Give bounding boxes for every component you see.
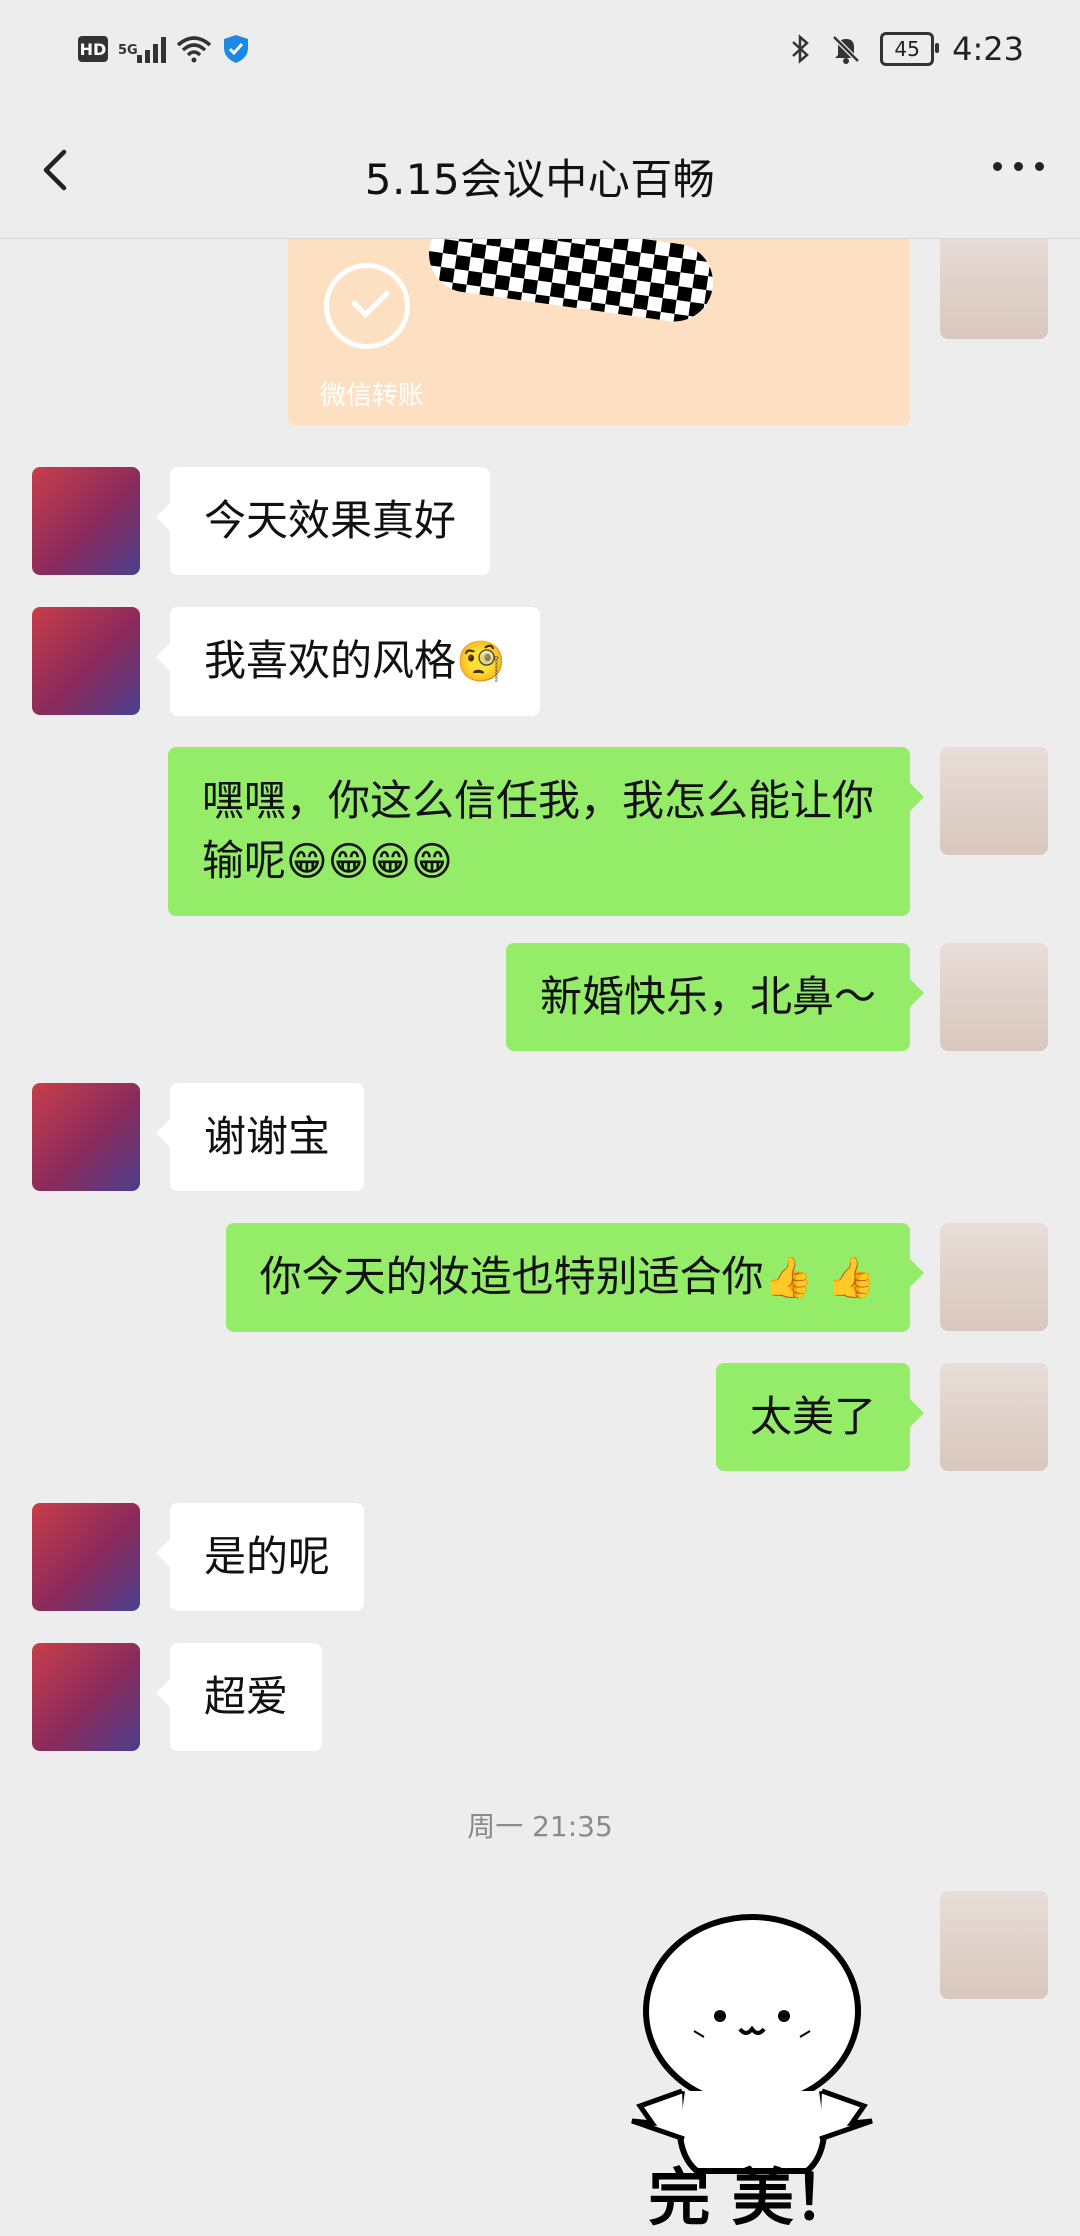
message-text: 超爱 bbox=[204, 1672, 289, 1721]
message-bubble-sent[interactable]: 新婚快乐，北鼻～ bbox=[505, 943, 925, 1051]
transfer-label: 微信转账 bbox=[320, 381, 425, 411]
my-avatar[interactable] bbox=[940, 1891, 1048, 1999]
other-avatar[interactable] bbox=[32, 1083, 140, 1191]
sticker-image[interactable]: 完 美！ bbox=[612, 1901, 892, 2231]
thumbs-up-emoji: 👍 👍 bbox=[763, 1255, 876, 1301]
more-options-icon[interactable] bbox=[993, 162, 1044, 171]
censored-amount bbox=[423, 239, 719, 327]
my-avatar[interactable] bbox=[940, 1363, 1048, 1471]
message-text: 我喜欢的风格 bbox=[204, 636, 457, 685]
sticker-text: 完 美！ bbox=[648, 2161, 856, 2231]
other-avatar[interactable] bbox=[32, 607, 140, 715]
my-avatar[interactable] bbox=[940, 239, 1048, 339]
signal-icon: 5G bbox=[118, 35, 166, 63]
message-bubble-received[interactable]: 超爱 bbox=[155, 1643, 323, 1751]
chat-header: 5.15会议中心百畅 bbox=[0, 104, 1080, 239]
status-left: HD 5G bbox=[78, 34, 250, 64]
timestamp: 周一 21:35 bbox=[467, 1810, 613, 1843]
mute-bell-icon bbox=[832, 35, 860, 64]
hd-icon: HD bbox=[78, 36, 108, 62]
message-bubble-received[interactable]: 今天效果真好 bbox=[155, 467, 491, 575]
other-avatar[interactable] bbox=[32, 1643, 140, 1751]
transfer-card[interactable]: 微信转账 bbox=[288, 239, 910, 426]
message-text: 你今天的妆造也特别适合你 bbox=[259, 1252, 764, 1301]
clock: 4:23 bbox=[952, 30, 1024, 68]
my-avatar[interactable] bbox=[940, 943, 1048, 1051]
status-right: 45 4:23 bbox=[790, 30, 1024, 68]
shield-icon bbox=[223, 35, 248, 63]
battery-icon: 45 bbox=[880, 32, 940, 66]
message-list[interactable]: 微信转账 今天效果真好 我喜欢的风格🧐 嘿嘿，你这么信任我，我怎么能让你输呢😁😁… bbox=[0, 239, 1080, 2236]
check-circle-icon bbox=[324, 263, 410, 349]
message-bubble-sent[interactable]: 嘿嘿，你这么信任我，我怎么能让你输呢😁😁😁😁 bbox=[168, 747, 924, 916]
message-text: 谢谢宝 bbox=[204, 1112, 331, 1161]
chat-title: 5.15会议中心百畅 bbox=[364, 155, 716, 204]
message-bubble-received[interactable]: 是的呢 bbox=[155, 1503, 365, 1611]
thinking-face-emoji: 🧐 bbox=[456, 639, 506, 685]
message-text: 是的呢 bbox=[204, 1532, 331, 1581]
my-avatar[interactable] bbox=[940, 1223, 1048, 1331]
other-avatar[interactable] bbox=[32, 467, 140, 575]
message-text: 新婚快乐，北鼻～ bbox=[539, 972, 876, 1021]
wifi-icon bbox=[176, 36, 211, 63]
message-bubble-sent[interactable]: 太美了 bbox=[715, 1363, 925, 1471]
other-avatar[interactable] bbox=[32, 1503, 140, 1611]
message-bubble-received[interactable]: 我喜欢的风格🧐 bbox=[156, 607, 540, 716]
message-text: 太美了 bbox=[749, 1392, 876, 1441]
status-bar: HD 5G 45 4:23 bbox=[0, 0, 1080, 104]
my-avatar[interactable] bbox=[940, 747, 1048, 855]
message-text: 今天效果真好 bbox=[204, 496, 457, 545]
grin-emoji: 😁😁😁😁 bbox=[286, 839, 453, 885]
message-bubble-received[interactable]: 谢谢宝 bbox=[155, 1083, 365, 1191]
bluetooth-icon bbox=[792, 34, 810, 64]
message-bubble-sent[interactable]: 你今天的妆造也特别适合你👍 👍 bbox=[225, 1223, 925, 1332]
network-label: 5G bbox=[118, 43, 138, 58]
